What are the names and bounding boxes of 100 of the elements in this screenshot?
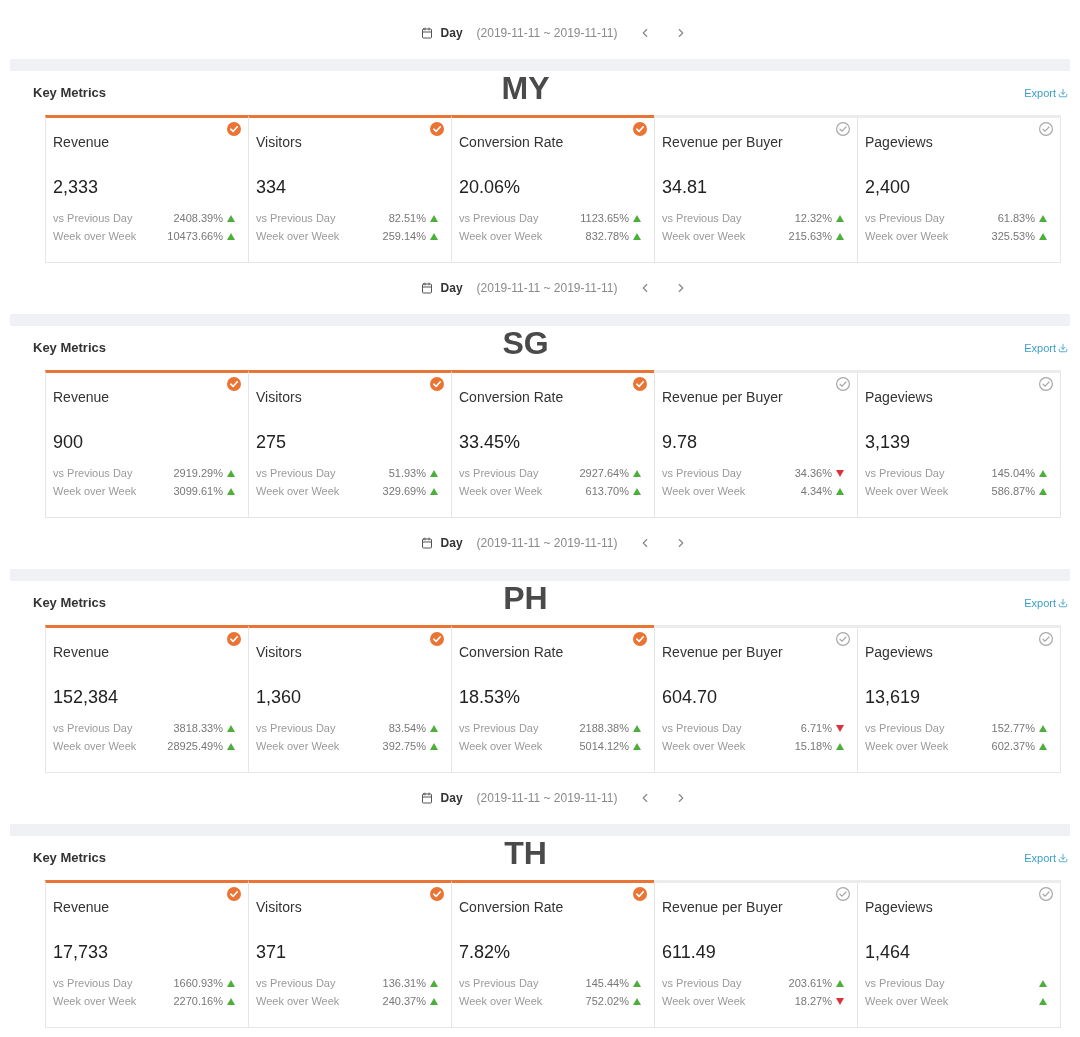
metric-card[interactable]: Revenue 2,333 vs Previous Day 2408.39% Week over Week 10473.66% xyxy=(45,115,249,263)
check-circle-icon xyxy=(227,632,241,646)
metric-card[interactable]: Revenue per Buyer 604.70 vs Previous Day 6.71% Week over Week 15.18% xyxy=(654,625,858,773)
comparison-value: 203.61% xyxy=(788,975,832,991)
comparison-value: 240.37% xyxy=(382,993,426,1009)
check-circle-icon xyxy=(430,887,444,901)
metric-card[interactable]: Revenue per Buyer 9.78 vs Previous Day 34.36% Week over Week 4.34% xyxy=(654,370,858,518)
comparison-label: vs Previous Day xyxy=(53,210,133,226)
comparison-value: 1123.65% xyxy=(580,210,629,226)
comparison-label: vs Previous Day xyxy=(459,975,539,991)
country-label: MY xyxy=(501,70,550,106)
metric-value: 371 xyxy=(256,941,287,964)
comparison-label: vs Previous Day xyxy=(662,465,742,481)
comparison-value: 152.77% xyxy=(991,720,1035,736)
comparison-label: vs Previous Day xyxy=(865,975,945,991)
comparison-value: 6.71% xyxy=(800,720,832,736)
comparison-label: vs Previous Day xyxy=(662,720,742,736)
metric-card[interactable]: Visitors 371 vs Previous Day 136.31% Week over Week 240.37% xyxy=(248,880,452,1028)
metric-name: Revenue per Buyer xyxy=(662,388,783,407)
comparison-label: Week over Week xyxy=(53,738,137,754)
check-circle-icon xyxy=(633,377,647,391)
metric-value: 2,333 xyxy=(53,176,99,199)
metric-name: Conversion Rate xyxy=(459,898,564,917)
date-range: (2019-11-11 ~ 2019-11-11) xyxy=(476,535,618,552)
comparison-label: vs Previous Day xyxy=(662,210,742,226)
comparison-value: 613.70% xyxy=(585,483,629,499)
comparison-value: 28925.49% xyxy=(167,738,223,754)
check-circle-icon xyxy=(836,632,850,646)
comparison-value: 392.75% xyxy=(382,738,426,754)
download-icon xyxy=(1058,343,1068,353)
metric-card[interactable]: Pageviews 3,139 vs Previous Day 145.04% Week over Week 586.87% xyxy=(857,370,1061,518)
metric-value: 604.70 xyxy=(662,686,718,709)
metric-card[interactable]: Revenue 152,384 vs Previous Day 3818.33% Week over Week 28925.49% xyxy=(45,625,249,773)
comparison-value: 4.34% xyxy=(800,483,832,499)
comparison-value: 145.44% xyxy=(585,975,629,991)
metric-name: Visitors xyxy=(256,388,302,407)
metric-card[interactable]: Revenue per Buyer 611.49 vs Previous Day 203.61% Week over Week 18.27% xyxy=(654,880,858,1028)
comparison-label: vs Previous Day xyxy=(256,975,336,991)
calendar-icon xyxy=(420,282,433,294)
download-icon xyxy=(1058,88,1068,98)
metric-value: 3,139 xyxy=(865,431,911,454)
check-circle-icon xyxy=(633,887,647,901)
metric-card[interactable]: Conversion Rate 7.82% vs Previous Day 145.44% Week over Week 752.02% xyxy=(451,880,655,1028)
comparison-label: Week over Week xyxy=(256,228,340,244)
comparison-value: 586.87% xyxy=(991,483,1035,499)
comparison-label: vs Previous Day xyxy=(256,210,336,226)
section-title: Key Metrics xyxy=(33,339,106,358)
period-label: Day xyxy=(440,25,463,42)
metric-card[interactable]: Pageviews 13,619 vs Previous Day 152.77% Week over Week 602.37% xyxy=(857,625,1061,773)
metric-name: Pageviews xyxy=(865,133,933,152)
metric-value: 34.81 xyxy=(662,176,708,199)
comparison-value: 61.83% xyxy=(997,210,1035,226)
metric-card[interactable]: Visitors 275 vs Previous Day 51.93% Week over Week 329.69% xyxy=(248,370,452,518)
comparison-label: Week over Week xyxy=(256,483,340,499)
comparison-value: 3818.33% xyxy=(173,720,223,736)
metric-card[interactable]: Pageviews 2,400 vs Previous Day 61.83% Week over Week 325.53% xyxy=(857,115,1061,263)
comparison-label: Week over Week xyxy=(53,228,137,244)
metric-name: Conversion Rate xyxy=(459,643,564,662)
metric-value: 275 xyxy=(256,431,287,454)
comparison-label: vs Previous Day xyxy=(459,720,539,736)
comparison-label: Week over Week xyxy=(459,738,543,754)
comparison-value: 832.78% xyxy=(585,228,629,244)
metric-card[interactable]: Conversion Rate 33.45% vs Previous Day 2927.64% Week over Week 613.70% xyxy=(451,370,655,518)
metric-name: Revenue xyxy=(53,643,110,662)
metric-name: Conversion Rate xyxy=(459,133,564,152)
comparison-value: 2188.38% xyxy=(579,720,629,736)
metric-value: 9.78 xyxy=(662,431,698,454)
comparison-label: vs Previous Day xyxy=(865,465,945,481)
date-range: (2019-11-11 ~ 2019-11-11) xyxy=(476,280,618,297)
metric-name: Pageviews xyxy=(865,643,933,662)
comparison-value: 329.69% xyxy=(382,483,426,499)
comparison-value: 34.36% xyxy=(794,465,832,481)
comparison-label: Week over Week xyxy=(662,738,746,754)
period-label: Day xyxy=(440,535,463,552)
comparison-label: vs Previous Day xyxy=(53,720,133,736)
country-label: PH xyxy=(503,580,548,616)
metric-name: Revenue per Buyer xyxy=(662,643,783,662)
metric-card[interactable]: Conversion Rate 20.06% vs Previous Day 1123.65% Week over Week 832.78% xyxy=(451,115,655,263)
comparison-value: 1660.93% xyxy=(173,975,223,991)
metric-card[interactable]: Pageviews 1,464 vs Previous Day Week over Week xyxy=(857,880,1061,1028)
check-circle-icon xyxy=(227,122,241,136)
metric-card[interactable]: Revenue per Buyer 34.81 vs Previous Day 12.32% Week over Week 215.63% xyxy=(654,115,858,263)
country-label: SG xyxy=(502,325,549,361)
metric-card[interactable]: Revenue 17,733 vs Previous Day 1660.93% Week over Week 2270.16% xyxy=(45,880,249,1028)
metric-value: 18.53% xyxy=(459,686,521,709)
metric-card[interactable]: Visitors 1,360 vs Previous Day 83.54% Week over Week 392.75% xyxy=(248,625,452,773)
metric-name: Revenue xyxy=(53,133,110,152)
calendar-icon xyxy=(420,27,433,39)
metric-card[interactable]: Revenue 900 vs Previous Day 2919.29% Week over Week 3099.61% xyxy=(45,370,249,518)
period-label: Day xyxy=(440,790,463,807)
metric-name: Revenue per Buyer xyxy=(662,898,783,917)
comparison-label: vs Previous Day xyxy=(256,720,336,736)
comparison-label: Week over Week xyxy=(865,483,949,499)
comparison-label: Week over Week xyxy=(459,483,543,499)
comparison-value: 136.31% xyxy=(382,975,426,991)
check-circle-icon xyxy=(1039,632,1053,646)
comparison-value: 82.51% xyxy=(388,210,426,226)
metric-name: Pageviews xyxy=(865,898,933,917)
metric-card[interactable]: Conversion Rate 18.53% vs Previous Day 2188.38% Week over Week 5014.12% xyxy=(451,625,655,773)
metric-card[interactable]: Visitors 334 vs Previous Day 82.51% Week over Week 259.14% xyxy=(248,115,452,263)
